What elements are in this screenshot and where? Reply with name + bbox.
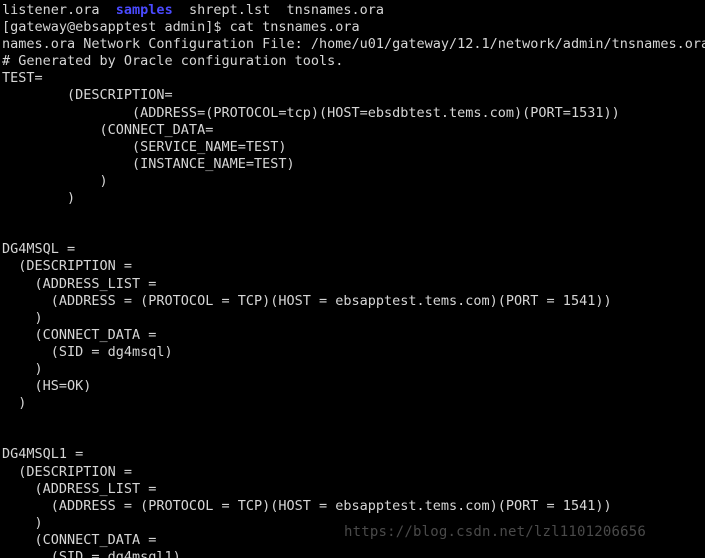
line-dg4msql-connect-data: (CONNECT_DATA =: [2, 326, 157, 343]
line-dg4msql-close-address-list: ): [2, 309, 43, 326]
text-segment: shrept.lst tnsnames.ora: [172, 2, 385, 18]
line-blank-1: [2, 207, 705, 224]
line-test-close-connect: ): [2, 172, 108, 189]
line-blank-4: [2, 429, 705, 446]
line-dg4msql-address-list: (ADDRESS_LIST =: [2, 275, 157, 292]
line-dg4msql-entry: DG4MSQL =: [2, 241, 76, 258]
line-dg4msql-description: (DESCRIPTION =: [2, 258, 133, 275]
line-header-path: names.ora Network Configuration File: /h…: [2, 36, 705, 53]
line-dg4msql1-description: (DESCRIPTION =: [2, 463, 133, 480]
line-test-instance-name: (INSTANCE_NAME=TEST): [2, 155, 295, 172]
line-generated-comment: # Generated by Oracle configuration tool…: [2, 53, 344, 70]
line-ls-output: listener.ora samples shrept.lst tnsnames…: [2, 2, 705, 19]
line-blank-3: [2, 412, 705, 429]
line-prompt: [gateway@ebsapptest admin]$ cat tnsnames…: [2, 19, 705, 36]
terminal-window[interactable]: listener.ora samples shrept.lst tnsnames…: [0, 0, 705, 558]
line-dg4msql1-sid: (SID = dg4msql1): [2, 549, 181, 558]
line-dg4msql1-entry: DG4MSQL1 =: [2, 446, 84, 463]
line-dg4msql-hs: (HS=OK): [2, 378, 92, 395]
line-blank-2: [2, 224, 705, 241]
directory-entry: samples: [115, 2, 173, 18]
line-dg4msql-sid: (SID = dg4msql): [2, 343, 173, 360]
line-dg4msql1-address-list: (ADDRESS_LIST =: [2, 480, 157, 497]
line-dg4msql1-address: (ADDRESS = (PROTOCOL = TCP)(HOST = ebsap…: [2, 497, 612, 514]
line-test-entry: TEST=: [2, 70, 43, 87]
line-test-close-description: ): [2, 190, 76, 207]
text-segment: listener.ora: [2, 2, 116, 18]
terminal-output: listener.ora samples shrept.lst tnsnames…: [2, 2, 705, 558]
line-test-description: (DESCRIPTION=: [2, 87, 173, 104]
line-test-address: (ADDRESS=(PROTOCOL=tcp)(HOST=ebsdbtest.t…: [2, 104, 620, 121]
line-test-connect-data: (CONNECT_DATA=: [2, 121, 214, 138]
line-dg4msql-close-description: ): [2, 395, 27, 412]
line-test-service-name: (SERVICE_NAME=TEST): [2, 138, 287, 155]
line-dg4msql-address: (ADDRESS = (PROTOCOL = TCP)(HOST = ebsap…: [2, 292, 612, 309]
text-segment: [gateway@ebsapptest admin]$ cat tnsnames…: [2, 19, 360, 36]
line-dg4msql-close-connect: ): [2, 360, 43, 377]
watermark-text: https://blog.csdn.net/lzl1101206656: [344, 524, 647, 540]
